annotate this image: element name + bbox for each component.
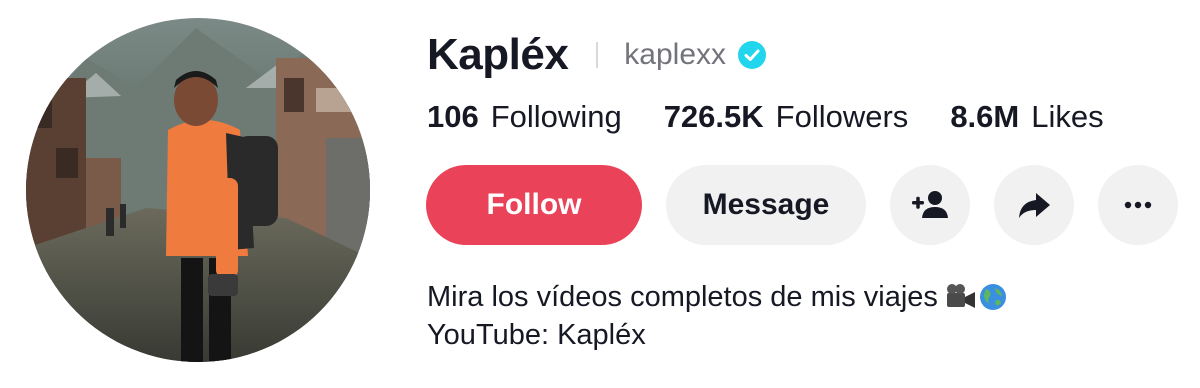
stat-followers-label: Followers: [775, 99, 909, 134]
stat-likes-label: Likes: [1031, 99, 1104, 134]
bio-line-1: Mira los vídeos completos de mis viajes: [427, 278, 1008, 316]
stat-followers[interactable]: 726.5K Followers: [664, 99, 909, 135]
add-friend-button[interactable]: [890, 165, 970, 245]
stats-row: 106 Following 726.5K Followers 8.6M Like…: [427, 96, 1146, 138]
name-divider: [596, 42, 599, 68]
stat-following-label: Following: [490, 99, 622, 134]
share-arrow-icon: [1019, 193, 1050, 218]
avatar[interactable]: [26, 18, 370, 362]
globe-emoji: [978, 282, 1008, 312]
username: kaplexx: [624, 38, 727, 71]
follow-button[interactable]: Follow: [426, 165, 642, 245]
person-plus-icon: [912, 191, 948, 218]
profile-photo: [26, 18, 370, 362]
stat-followers-value: 726.5K: [663, 99, 764, 134]
verified-badge-icon: [738, 41, 767, 69]
stat-likes-value: 8.6M: [950, 99, 1020, 134]
movie-camera-emoji: [946, 283, 976, 311]
share-button[interactable]: [994, 165, 1074, 245]
stat-following[interactable]: 106 Following: [427, 99, 622, 135]
message-button[interactable]: Message: [666, 165, 866, 245]
stat-following-value: 106: [427, 99, 479, 134]
profile-header: Kapléx kaplexx: [427, 28, 767, 82]
bio-text-1: Mira los vídeos completos de mis viajes: [427, 281, 938, 313]
bio: Mira los vídeos completos de mis viajes …: [427, 278, 1008, 354]
more-dots-icon: [1124, 201, 1152, 209]
more-options-button[interactable]: [1098, 165, 1178, 245]
display-name: Kapléx: [427, 30, 569, 79]
bio-line-2: YouTube: Kapléx: [427, 319, 646, 351]
stat-likes: 8.6M Likes: [950, 99, 1103, 135]
